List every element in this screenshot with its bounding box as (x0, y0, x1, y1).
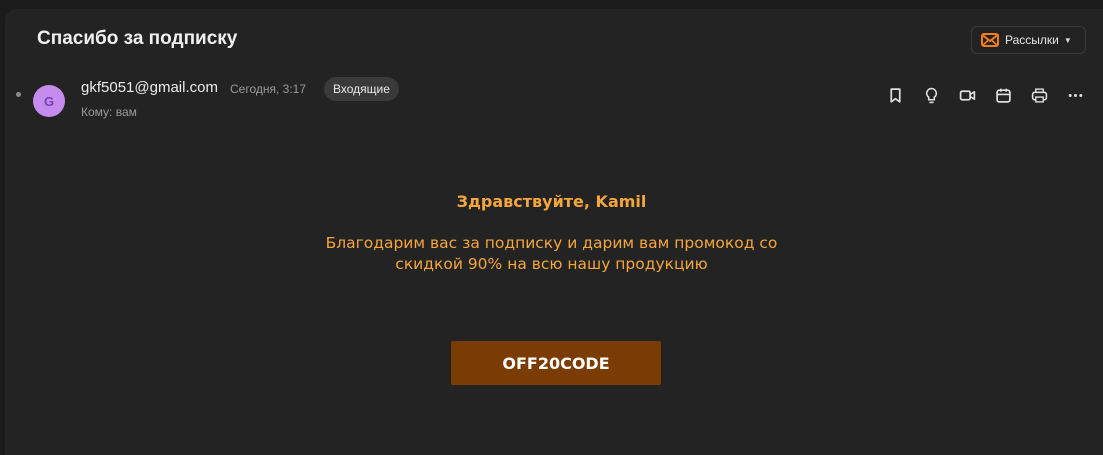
email-date: Сегодня, 3:17 (230, 82, 307, 96)
email-view: Спасибо за подписку Рассылки ▼ G gkf5051… (5, 9, 1103, 455)
folder-badge[interactable]: Входящие (324, 77, 399, 101)
mailings-button[interactable]: Рассылки ▼ (971, 26, 1086, 54)
email-actions-toolbar (885, 85, 1085, 105)
chevron-down-icon: ▼ (1063, 35, 1072, 45)
bookmark-icon[interactable] (885, 85, 905, 105)
mailings-icon (981, 32, 999, 48)
print-icon[interactable] (1029, 85, 1049, 105)
email-subject: Спасибо за подписку (37, 28, 238, 49)
lightbulb-icon[interactable] (921, 85, 941, 105)
mailings-label: Рассылки (1005, 33, 1059, 47)
message-line: скидкой 90% на всю нашу продукцию (395, 255, 708, 273)
unread-indicator[interactable] (16, 92, 21, 97)
email-message: Благодарим вас за подписку и дарим вам п… (300, 233, 803, 275)
promo-code-button[interactable]: OFF20CODE (451, 341, 661, 385)
recipient-line: Кому: вам (81, 105, 137, 119)
more-icon[interactable] (1065, 85, 1085, 105)
message-line: Благодарим вас за подписку и дарим вам п… (325, 234, 778, 252)
sender-address[interactable]: gkf5051@gmail.com (81, 79, 218, 96)
calendar-icon[interactable] (993, 85, 1013, 105)
email-greeting: Здравствуйте, Kamil (456, 192, 647, 211)
avatar[interactable]: G (33, 85, 65, 117)
video-call-icon[interactable] (957, 85, 977, 105)
